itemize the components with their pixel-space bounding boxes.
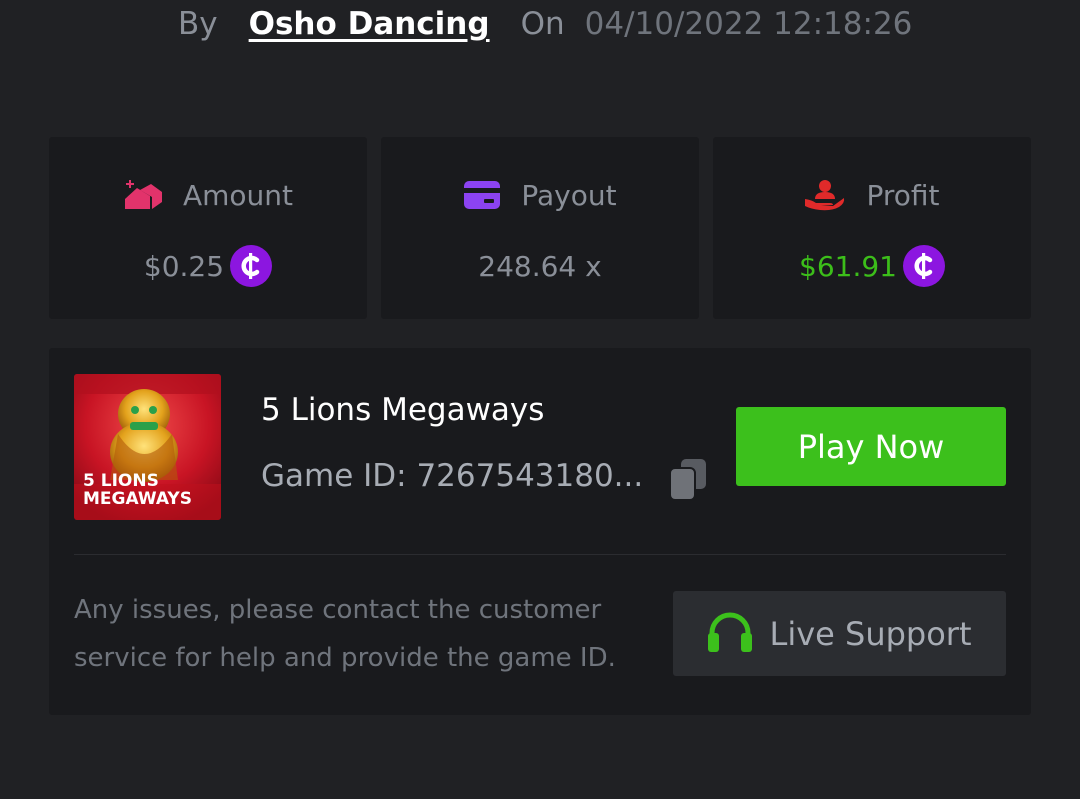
support-help-text: Any issues, please contact the customer … [74,595,616,673]
profit-card: Profit $61.91 [713,137,1031,319]
amount-card: Amount $0.25 [49,137,367,319]
game-id: Game ID: 7267543180... [261,458,644,494]
author-link[interactable]: Osho Dancing [249,6,490,42]
thumbnail-title-line2: MEGAWAYS [83,489,192,509]
profit-value: $61.91 [799,249,897,283]
amount-value: $0.25 [143,249,225,283]
cedi-coin-icon [230,245,273,287]
bet-byline: By Osho Dancing On 04/10/2022 12:18:26 [178,2,912,46]
profit-label: Profit [866,178,940,212]
payout-header: Payout [381,173,699,217]
copy-icon[interactable] [668,458,708,502]
cedi-coin-icon [902,245,945,287]
hand-user-icon [804,179,846,211]
divider [74,554,1006,555]
payout-label: Payout [521,178,617,212]
amount-value-row: $0.25 [49,244,367,288]
game-thumbnail[interactable]: 5 LIONS MEGAWAYS [74,374,221,520]
headphones-icon [707,611,753,657]
game-panel: 5 LIONS MEGAWAYS 5 Lions Megaways Game I… [49,348,1031,715]
bet-timestamp: 04/10/2022 12:18:26 [584,6,913,42]
profit-value-row: $61.91 [713,244,1031,288]
live-support-label: Live Support [769,614,972,653]
amount-header: Amount [49,173,367,217]
payout-value-row: 248.64 x [381,244,699,288]
payout-value: 248.64 x [478,249,602,283]
card-icon [463,180,501,210]
profit-header: Profit [713,173,1031,217]
amount-label: Amount [182,178,294,212]
by-label: By [178,6,218,42]
bet-details-page: By Osho Dancing On 04/10/2022 12:18:26 A… [0,0,1080,799]
coin-stack-icon [123,179,163,211]
thumbnail-title-line1: 5 LIONS [83,471,159,491]
on-label: On [520,6,565,42]
game-title: 5 Lions Megaways [261,392,545,428]
live-support-button[interactable]: Live Support [673,591,1006,676]
play-now-button[interactable]: Play Now [736,407,1006,486]
payout-card: Payout 248.64 x [381,137,699,319]
